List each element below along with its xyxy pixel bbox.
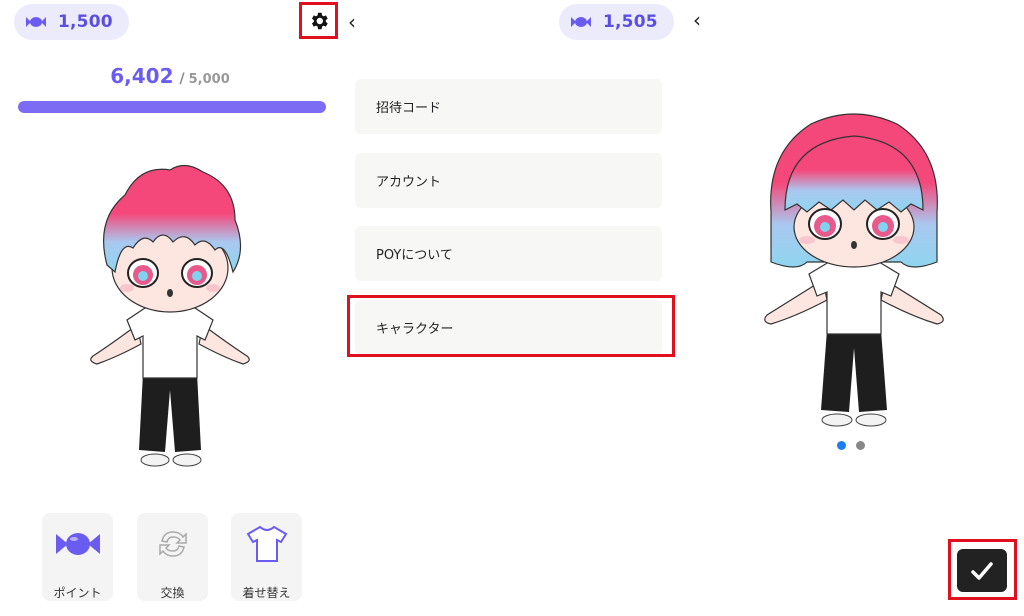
candy-icon (571, 17, 591, 27)
exchange-icon (158, 530, 187, 557)
dress-up-label: 着せ替え (242, 586, 291, 600)
girl-character[interactable] (761, 112, 947, 432)
candy-count: 1,500 (58, 12, 113, 32)
candy-icon (55, 532, 100, 555)
menu-item-label: POYについて (376, 248, 453, 263)
highlight-box (347, 295, 675, 357)
score-current: 6,402 (110, 64, 174, 88)
candy-balance[interactable]: 1,505 (559, 4, 674, 40)
score-separator: / (179, 71, 185, 87)
progress-fill (18, 101, 326, 113)
score-progress-bar (18, 101, 326, 113)
page-dot[interactable] (837, 441, 846, 450)
candy-balance[interactable]: 1,500 (14, 4, 129, 40)
menu-item-label: アカウント (376, 175, 442, 190)
settings-button[interactable] (299, 2, 338, 39)
menu-item-label: 招待コード (376, 101, 442, 116)
gear-icon (311, 12, 328, 29)
back-button[interactable]: ‹ (693, 8, 701, 32)
page-indicator (837, 441, 865, 450)
menu-item-about-poy[interactable]: POYについて (355, 226, 662, 281)
score-display: 6,402 /5,000 (0, 64, 340, 88)
menu-item-invite-code[interactable]: 招待コード (355, 79, 662, 134)
page-dot[interactable] (856, 441, 865, 450)
dress-up-tile[interactable]: 着せ替え (231, 513, 302, 601)
settings-screen: ‹ 1,505 招待コード アカウント POYについて キャラクター (340, 0, 685, 616)
candy-icon (26, 17, 46, 27)
boy-character[interactable] (85, 160, 255, 472)
candy-count: 1,505 (603, 12, 658, 32)
checkmark-icon (971, 561, 993, 580)
tshirt-icon (246, 525, 287, 562)
character-select-screen: ‹ (685, 0, 1024, 616)
menu-item-account[interactable]: アカウント (355, 153, 662, 208)
exchange-tile[interactable]: 交換 (137, 513, 208, 601)
confirm-button[interactable] (957, 549, 1007, 592)
points-tile[interactable]: ポイント (42, 513, 113, 601)
back-button[interactable]: ‹ (348, 10, 356, 34)
exchange-label: 交換 (160, 586, 185, 600)
points-label: ポイント (53, 586, 102, 600)
home-screen: 1,500 6,402 /5,000 ポイント 交換 着せ替え (0, 0, 340, 616)
score-max: 5,000 (188, 72, 230, 87)
